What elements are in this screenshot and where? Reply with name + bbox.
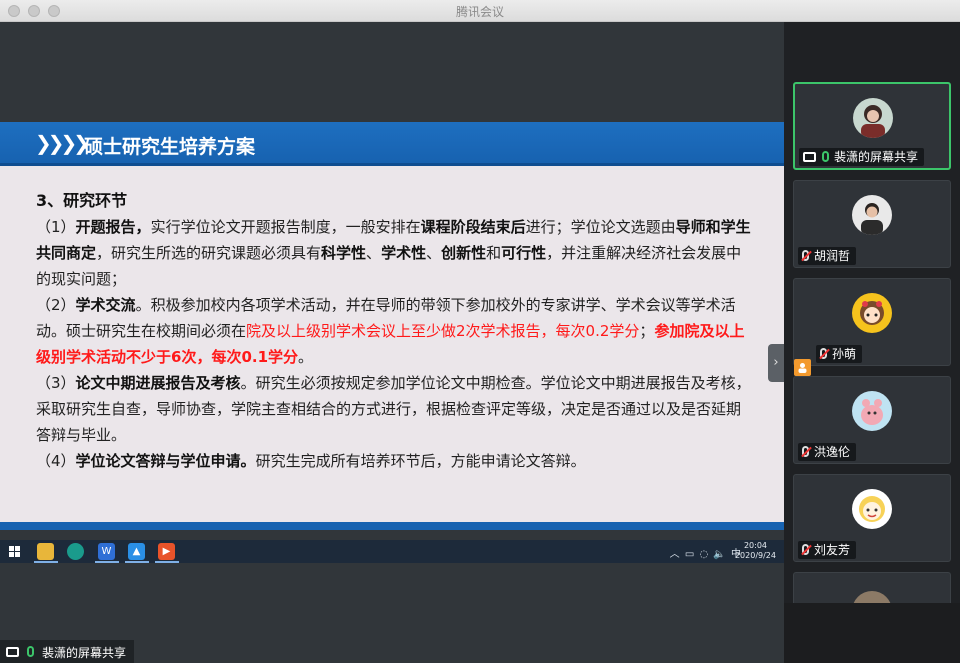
participant-tile[interactable]: 洪逸伦 <box>793 376 951 464</box>
participant-name-tag: 孙萌 <box>816 345 863 363</box>
avatar <box>852 293 892 333</box>
paragraph-3: （3）论文中期进展报告及考核。研究生必须按规定参加学位论文中期检查。学位论文中期… <box>36 370 754 448</box>
windows-start-icon[interactable] <box>6 543 23 560</box>
participant-tile[interactable]: 裴潇的屏幕共享 <box>793 82 951 170</box>
p2-text: 。 <box>298 348 314 366</box>
expand-panel-chevron-icon[interactable]: › <box>768 344 784 382</box>
p4-heading: 学位论文答辩与学位申请。 <box>75 452 256 470</box>
tencent-meeting-icon[interactable]: ▲ <box>128 543 145 560</box>
file-explorer-icon[interactable] <box>37 543 54 560</box>
p1-bold: 可行性 <box>501 244 547 262</box>
p2-highlight: 院及以上级别学术会议上至少做2次学术报告，每次0.2学分 <box>246 322 640 340</box>
avatar <box>852 489 892 529</box>
participant-tile[interactable]: 胡润哲 <box>793 180 951 268</box>
active-indicator <box>155 561 179 563</box>
clock-time: 20:04 <box>743 541 768 550</box>
screen-share-indicator: 裴潇的屏幕共享 <box>0 640 134 663</box>
mic-muted-icon <box>802 544 809 555</box>
screen-share-icon <box>803 151 816 162</box>
p1-bold: 课程阶段结束后 <box>420 218 526 236</box>
p1-bold: 创新性 <box>441 244 487 262</box>
slide-body: 3、研究环节 （1）开题报告，实行学位论文开题报告制度，一般安排在课程阶段结束后… <box>36 188 754 474</box>
p3-number: （3） <box>36 374 76 392</box>
slide-footer-bar <box>0 522 784 530</box>
p1-text: 、 <box>366 244 382 262</box>
mic-muted-icon <box>802 446 809 457</box>
p1-number: （1） <box>36 218 76 236</box>
active-indicator <box>125 561 149 563</box>
p2-heading: 学术交流 <box>75 296 136 314</box>
host-person-icon <box>794 359 811 376</box>
participant-name-tag: 裴潇的屏幕共享 <box>799 148 925 166</box>
participant-name: 刘友芳 <box>814 543 851 557</box>
p1-text: 、 <box>426 244 442 262</box>
paragraph-4: （4）学位论文答辩与学位申请。研究生完成所有培养环节后，方能申请论文答辩。 <box>36 448 754 474</box>
p4-text: 研究生完成所有培养环节后，方能申请论文答辩。 <box>255 452 586 470</box>
section-title: 3、研究环节 <box>36 191 128 210</box>
system-tray-icons[interactable]: ︿ ▭ ◌ 🔈 中 <box>670 545 742 560</box>
p1-bold: 科学性 <box>321 244 367 262</box>
p1-text: 实行学位论文开题报告制度，一般安排在 <box>150 218 421 236</box>
p4-number: （4） <box>36 452 76 470</box>
presentation-app-icon[interactable]: ▶ <box>158 543 175 560</box>
p1-heading: 开题报告， <box>75 218 151 236</box>
p1-text: 进行；学位论文选题由 <box>525 218 676 236</box>
window-titlebar: 腾讯会议 <box>0 0 960 22</box>
clock-date: 2020/9/24 <box>734 551 776 560</box>
participant-name: 孙萌 <box>832 347 857 361</box>
active-indicator <box>95 561 119 563</box>
p1-bold: 学术性 <box>381 244 427 262</box>
mic-muted-icon <box>802 250 809 261</box>
mic-muted-icon <box>820 348 827 359</box>
panel-footer <box>784 603 960 663</box>
avatar <box>852 195 892 235</box>
paragraph-1: （1）开题报告，实行学位论文开题报告制度，一般安排在课程阶段结束后进行；学位论文… <box>36 214 754 292</box>
p2-text: ； <box>639 322 655 340</box>
avatar <box>853 98 893 138</box>
edge-browser-icon[interactable] <box>67 543 84 560</box>
active-indicator <box>34 561 58 563</box>
mic-on-icon <box>27 646 34 657</box>
participant-tile[interactable]: 孙萌 <box>793 278 951 376</box>
screen-share-icon <box>6 647 19 657</box>
chevron-arrows-icon: ❯❯❯❯ <box>35 131 90 155</box>
window-title: 腾讯会议 <box>455 5 504 19</box>
p1-text: 和 <box>486 244 502 262</box>
presentation-slide: ❯❯❯❯ 硕士研究生培养方案 3、研究环节 （1）开题报告，实行学位论文开题报告… <box>0 122 784 530</box>
taskbar-clock[interactable]: 20:04 2020/9/24 <box>735 541 776 561</box>
participant-name-tag: 洪逸伦 <box>798 443 857 461</box>
shared-screen-area: ❯❯❯❯ 硕士研究生培养方案 3、研究环节 （1）开题报告，实行学位论文开题报告… <box>0 22 784 663</box>
participant-name: 洪逸伦 <box>814 445 851 459</box>
slide-header: ❯❯❯❯ 硕士研究生培养方案 <box>0 122 784 166</box>
paragraph-2: （2）学术交流。积极参加校内各项学术活动，并在导师的带领下参加校外的专家讲学、学… <box>36 292 754 370</box>
p2-number: （2） <box>36 296 76 314</box>
participant-name: 裴潇的屏幕共享 <box>834 150 919 164</box>
participants-panel: 裴潇的屏幕共享 胡润哲 孙萌 洪逸伦 刘友芳 <box>784 22 960 663</box>
participant-name-tag: 刘友芳 <box>798 541 857 559</box>
mic-on-icon <box>822 151 829 162</box>
participant-name: 胡润哲 <box>814 249 851 263</box>
remote-taskbar: W ▲ ▶ ︿ ▭ ◌ 🔈 中 20:04 2020/9/24 <box>0 540 784 563</box>
p3-heading: 论文中期进展报告及考核 <box>75 374 241 392</box>
share-label: 裴潇的屏幕共享 <box>42 646 127 660</box>
slide-title: 硕士研究生培养方案 <box>84 136 256 158</box>
avatar <box>852 391 892 431</box>
p1-text: ，研究生所选的研究课题必须具有 <box>96 244 322 262</box>
participant-tile[interactable]: 刘友芳 <box>793 474 951 562</box>
wps-writer-icon[interactable]: W <box>98 543 115 560</box>
participant-name-tag: 胡润哲 <box>798 247 857 265</box>
